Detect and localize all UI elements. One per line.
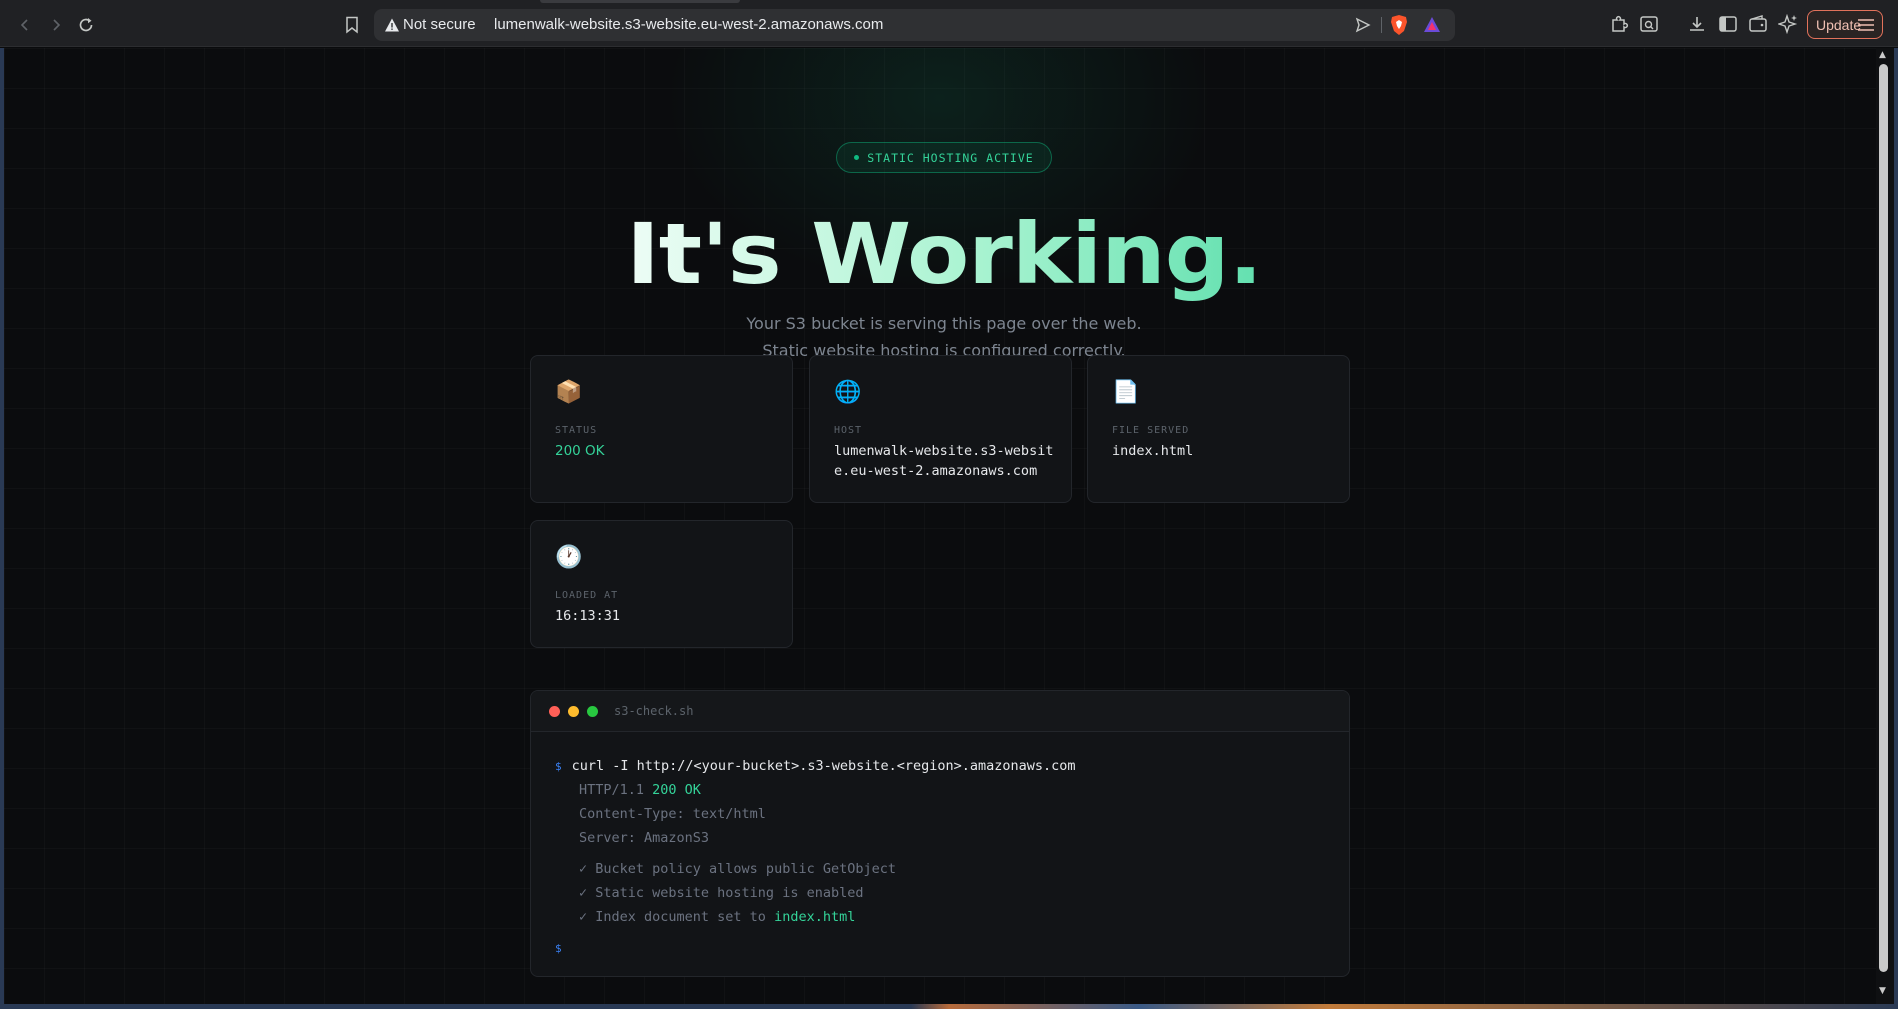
tab-strip-hint xyxy=(540,0,740,3)
warning-icon xyxy=(385,18,399,32)
puzzle-icon xyxy=(1612,15,1629,32)
desktop-strip xyxy=(0,1004,1898,1009)
file-card: 📄 FILE SERVED index.html xyxy=(1087,355,1350,503)
page-viewport: STATIC HOSTING ACTIVE It's Working. Your… xyxy=(4,48,1876,1004)
wallet-button[interactable] xyxy=(1747,13,1769,35)
prompt-symbol: $ xyxy=(555,760,562,773)
scroll-thumb[interactable] xyxy=(1879,64,1888,972)
host-card: 🌐 HOST lumenwalk-website.s3-website.eu-w… xyxy=(809,355,1072,503)
check-line-policy: ✓ Bucket policy allows public GetObject xyxy=(579,861,896,877)
card-label: FILE SERVED xyxy=(1112,425,1190,436)
url-text[interactable]: lumenwalk-website.s3-website.eu-west-2.a… xyxy=(494,16,883,33)
close-dot xyxy=(549,706,560,717)
terminal-window: s3-check.sh $ curl -I http://<your-bucket… xyxy=(530,690,1350,977)
card-label: HOST xyxy=(834,425,863,436)
back-button[interactable] xyxy=(12,12,38,38)
chevron-right-icon xyxy=(53,19,61,31)
card-value: lumenwalk-website.s3-website.eu-west-2.a… xyxy=(834,443,1054,479)
bookmark-icon xyxy=(346,16,358,34)
page-title: It's Working. xyxy=(4,206,1876,302)
server-line: Server: AmazonS3 xyxy=(579,830,710,846)
address-bar[interactable]: Not secure lumenwalk-website.s3-website.… xyxy=(374,9,1455,41)
reload-button[interactable] xyxy=(73,12,99,38)
package-icon: 📦 xyxy=(555,380,583,405)
http-status: 200 OK xyxy=(652,782,701,798)
check-line-index: ✓ Index document set to index.html xyxy=(579,908,855,926)
scroll-up-icon[interactable]: ▲ xyxy=(1879,50,1886,60)
forward-button[interactable] xyxy=(43,12,69,38)
chevron-left-icon xyxy=(20,19,28,31)
card-value: 16:13:31 xyxy=(555,608,621,624)
update-button[interactable]: Update xyxy=(1807,10,1883,39)
loaded-at-card: 🕐 LOADED AT 16:13:31 xyxy=(530,520,793,648)
update-label: Update xyxy=(1816,16,1862,33)
menu-icon xyxy=(1858,19,1874,31)
card-value: index.html xyxy=(1112,443,1194,459)
downloads-button[interactable] xyxy=(1686,13,1708,35)
extensions-button[interactable] xyxy=(1608,13,1630,35)
sidebar-button[interactable] xyxy=(1717,13,1739,35)
rewards-icon[interactable] xyxy=(1422,15,1442,35)
http-status-line: HTTP/1.1 200 OK xyxy=(579,781,701,799)
content-type-line: Content-Type: text/html xyxy=(579,806,766,822)
check-line-hosting: ✓ Static website hosting is enabled xyxy=(579,885,864,901)
prompt-symbol: $ xyxy=(555,942,562,955)
page-scrollbar[interactable]: ▲ ▼ xyxy=(1876,48,1894,1004)
badge-label: STATIC HOSTING ACTIVE xyxy=(867,150,1034,165)
send-icon[interactable] xyxy=(1354,16,1372,34)
card-label: LOADED AT xyxy=(555,590,619,601)
scroll-down-icon[interactable]: ▼ xyxy=(1879,986,1886,996)
download-icon xyxy=(1690,17,1704,31)
security-label[interactable]: Not secure xyxy=(403,16,476,33)
divider xyxy=(1381,17,1382,33)
wallet-icon xyxy=(1749,15,1767,32)
reload-icon xyxy=(79,18,93,32)
index-file: index.html xyxy=(774,909,856,925)
document-icon: 📄 xyxy=(1112,380,1140,405)
http-version: HTTP/1.1 xyxy=(579,782,653,798)
sparkle-icon xyxy=(1778,14,1798,34)
minimize-dot xyxy=(568,706,579,717)
bookmark-button[interactable] xyxy=(340,12,364,38)
maximize-dot xyxy=(587,706,598,717)
status-dot xyxy=(854,155,860,160)
globe-icon: 🌐 xyxy=(834,380,862,405)
sidebar-icon xyxy=(1719,16,1737,32)
brave-shields-icon[interactable] xyxy=(1389,14,1409,36)
browser-toolbar: Not secure lumenwalk-website.s3-website.… xyxy=(0,0,1898,47)
card-label: STATUS xyxy=(555,425,598,436)
terminal-command-line: $ curl -I http://<your-bucket>.s3-website… xyxy=(555,757,1076,776)
index-prefix: ✓ Index document set to xyxy=(579,909,775,925)
command-text: curl -I http://<your-bucket>.s3-website.… xyxy=(571,758,1076,774)
leo-ai-button[interactable] xyxy=(1777,13,1799,35)
window-edge-right xyxy=(1894,48,1898,1009)
window-search-icon xyxy=(1640,16,1658,32)
tab-search-button[interactable] xyxy=(1638,13,1660,35)
terminal-empty-prompt: $ xyxy=(555,939,572,958)
status-badge: STATIC HOSTING ACTIVE xyxy=(836,142,1052,173)
terminal-title: s3-check.sh xyxy=(614,704,694,718)
clock-icon: 🕐 xyxy=(555,545,583,570)
card-value: 200 OK xyxy=(555,443,605,459)
terminal-titlebar: s3-check.sh xyxy=(531,691,1349,732)
status-card: 📦 STATUS 200 OK xyxy=(530,355,793,503)
